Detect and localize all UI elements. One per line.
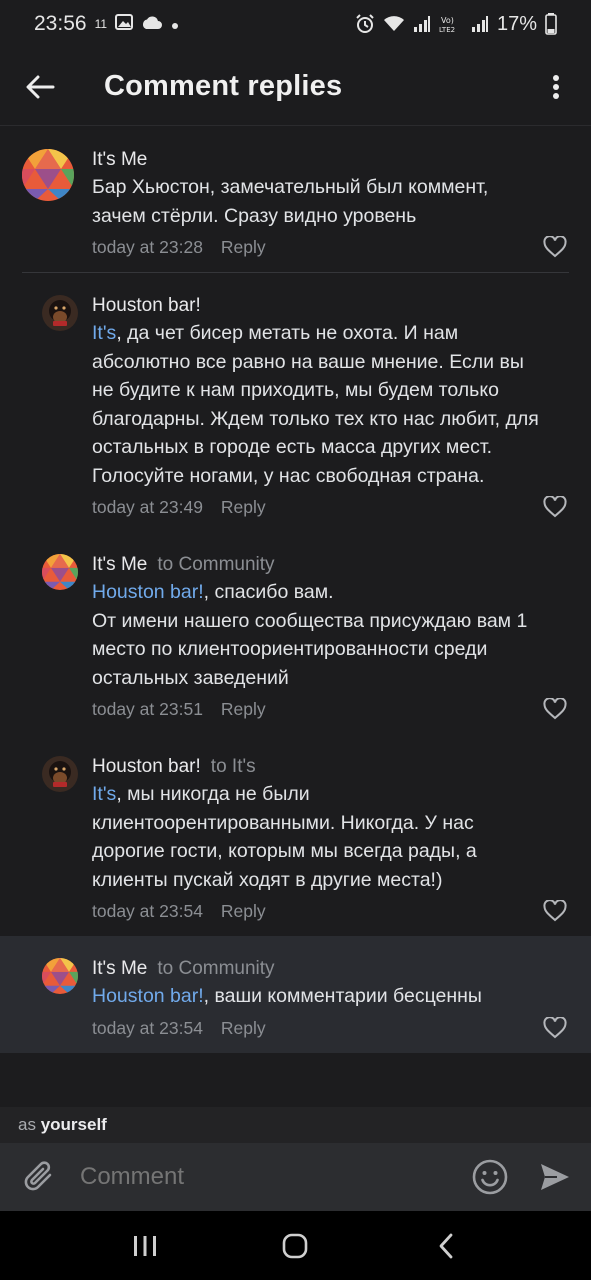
more-options-button[interactable] [521,48,591,126]
comment-timestamp: today at 23:28 [92,237,203,257]
comment-text: It's, да чет бисер метать не охота. И на… [92,319,539,490]
post-as-label: as [18,1115,36,1134]
page-title: Comment replies [104,70,343,102]
heart-icon[interactable] [543,900,567,922]
comment-text: It's, мы никогда не были клиентоорентиро… [92,780,539,894]
reply-button[interactable]: Reply [221,901,266,922]
comment-composer [0,1143,591,1211]
cloud-icon [141,12,163,36]
status-temperature: 11 [94,17,108,31]
heart-icon[interactable] [543,236,567,258]
reply-button[interactable]: Reply [221,1018,266,1039]
send-button[interactable] [519,1143,591,1211]
arrow-left-icon [26,75,55,98]
heart-icon[interactable] [543,496,567,518]
mention-link[interactable]: Houston bar! [92,581,204,603]
more-vertical-icon [553,74,559,99]
comment-item-highlighted: It's Me to Community Houston bar!, ваши к… [0,936,591,1053]
mention-link[interactable]: It's [92,322,116,344]
signal-icon [413,15,431,33]
volte-icon: Vo) LTE2 [439,14,463,34]
avatar[interactable] [42,756,78,792]
reply-button[interactable]: Reply [221,699,266,720]
home-button[interactable] [265,1216,325,1276]
dot-icon [171,12,179,36]
paperclip-icon [24,1161,52,1191]
gallery-icon [115,12,134,36]
comment-item: Houston bar! It's, да чет бисер метать н… [0,273,591,532]
battery-icon [545,13,557,35]
recent-apps-button[interactable] [115,1216,175,1276]
mention-link[interactable]: Houston bar! [92,985,204,1007]
comment-item: Houston bar! to It's It's, мы никогда не … [0,734,591,936]
comment-author[interactable]: It's Me [92,554,147,575]
reply-target[interactable]: to It's [211,756,256,777]
wifi-icon [383,15,405,33]
avatar[interactable] [42,958,78,994]
reply-target[interactable]: to Community [157,958,274,979]
heart-icon[interactable] [543,1016,567,1039]
signal-2-icon [471,15,489,33]
comment-item: It's Me to Community Houston bar!, спасиб… [0,532,591,734]
comment-text-body: , да чет бисер метать не охота. И нам аб… [92,322,539,487]
comment-author[interactable]: Houston bar! [92,295,201,316]
system-back-button[interactable] [416,1216,476,1276]
status-time: 23:56 [34,12,87,35]
comment-author[interactable]: It's Me [92,149,147,170]
recents-icon [134,1235,157,1256]
comment-text-body: , мы никогда не были клиентоорентированн… [92,783,477,891]
status-bar: 23:56 11 Vo) LTE2 17% [0,0,591,48]
comment-input[interactable] [80,1143,461,1211]
smiley-icon [472,1159,508,1195]
reply-button[interactable]: Reply [221,497,266,518]
comment-text-body: , ваши комментарии бесценны [203,985,482,1007]
back-button[interactable] [0,48,80,126]
comment-author[interactable]: It's Me [92,958,147,979]
comment-timestamp: today at 23:54 [92,1017,203,1038]
comment-text: Бар Хьюстон, замечательный был коммент, … [92,176,489,227]
attach-button[interactable] [0,1143,80,1211]
post-as-selector[interactable]: as yourself [0,1107,591,1143]
reply-button[interactable]: Reply [221,237,266,258]
avatar[interactable] [22,149,74,201]
svg-text:LTE2: LTE2 [439,26,455,34]
avatar[interactable] [42,554,78,590]
comment-timestamp: today at 23:54 [92,901,203,921]
emoji-button[interactable] [461,1143,519,1211]
reply-target[interactable]: to Community [157,554,274,575]
alarm-icon [355,14,375,34]
send-icon [541,1164,569,1190]
post-as-value: yourself [40,1115,107,1134]
mention-link[interactable]: It's [92,783,116,805]
comment-timestamp: today at 23:51 [92,699,203,719]
chevron-left-icon [439,1233,453,1258]
app-bar: Comment replies [0,48,591,126]
comments-list: It's Me Бар Хьюстон, замечательный был к… [0,127,591,1053]
battery-level: 17% [496,12,537,35]
home-icon [283,1233,308,1258]
comment-text: Houston bar!, ваши комментарии бесценны [92,982,539,1011]
comment-text: Houston bar!, спасибо вам. От имени наше… [92,578,539,692]
comment-item: It's Me Бар Хьюстон, замечательный был к… [0,127,591,272]
comment-timestamp: today at 23:49 [92,497,203,517]
heart-icon[interactable] [543,698,567,720]
comment-author[interactable]: Houston bar! [92,756,201,777]
system-nav-bar [0,1211,591,1280]
svg-text:Vo): Vo) [441,16,454,25]
avatar[interactable] [42,295,78,331]
